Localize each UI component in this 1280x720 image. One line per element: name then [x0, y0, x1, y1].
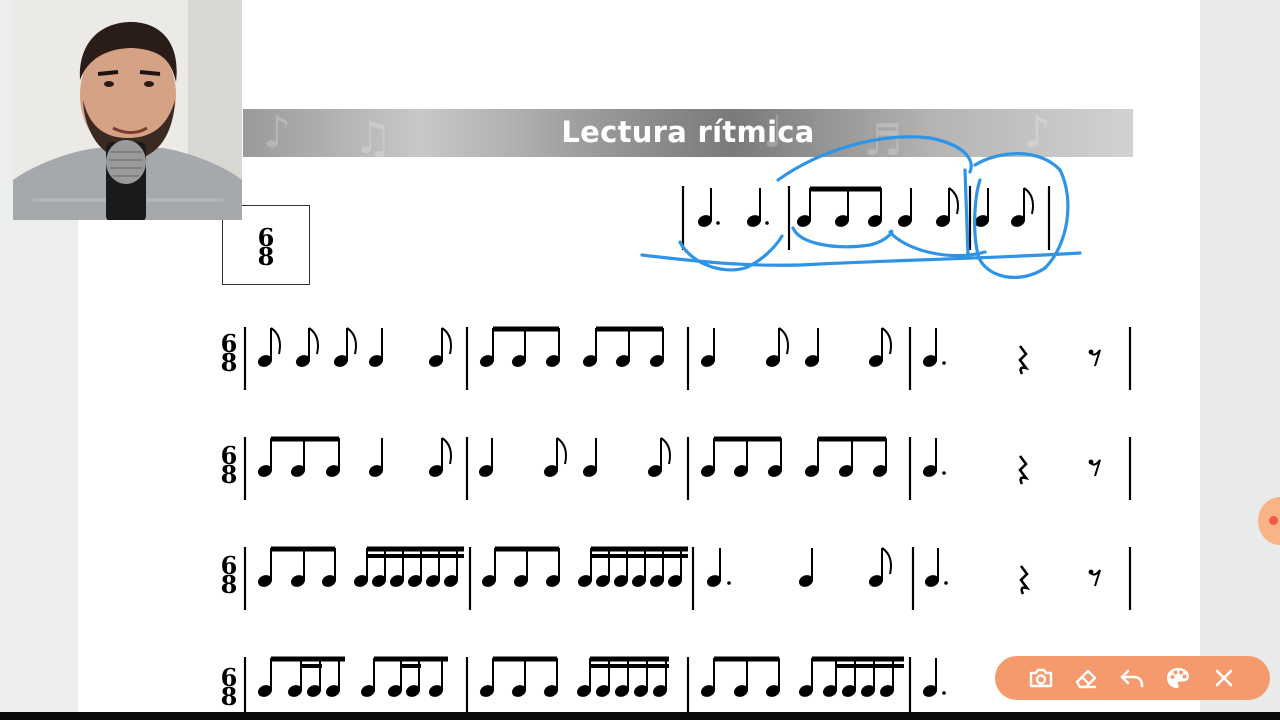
eraser-button[interactable]: [1066, 656, 1106, 700]
staff-row-2: [243, 436, 1132, 500]
screenshot-button[interactable]: [1021, 656, 1061, 700]
staff-row-4: [243, 656, 946, 712]
bottom-bar: [0, 712, 1280, 720]
pen-annotations: [640, 135, 1082, 279]
palette-icon: [1167, 668, 1189, 688]
staff-row-3: [243, 546, 1132, 610]
webcam-video: [13, 0, 242, 220]
record-indicator-icon: [1269, 516, 1278, 525]
webcam-person-image: [13, 0, 242, 220]
staff-row-1: [243, 326, 1132, 390]
undo-button[interactable]: [1112, 656, 1152, 700]
color-palette-button[interactable]: [1158, 656, 1198, 700]
close-toolbar-button[interactable]: [1204, 656, 1244, 700]
close-icon: [1215, 669, 1233, 687]
undo-icon: [1120, 669, 1144, 688]
eraser-icon: [1075, 669, 1097, 689]
annotation-toolbar: [995, 656, 1270, 700]
example-measure-line: [681, 186, 1051, 250]
camera-icon: [1029, 668, 1053, 688]
